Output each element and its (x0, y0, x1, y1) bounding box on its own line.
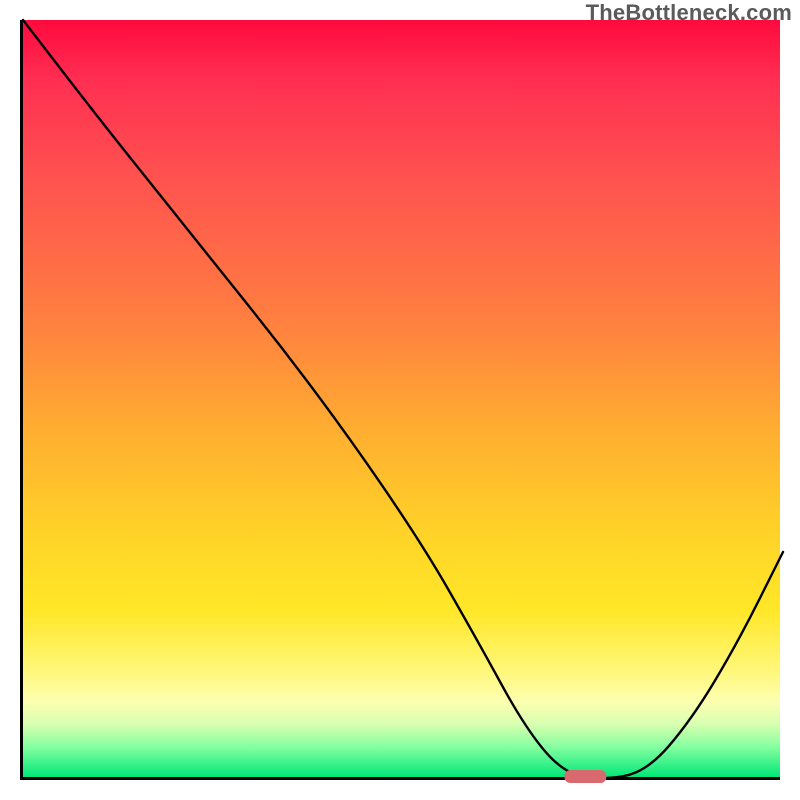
bottleneck-curve (23, 20, 783, 778)
optimal-marker (564, 770, 606, 783)
chart-frame: TheBottleneck.com (0, 0, 800, 800)
curve-overlay (23, 20, 783, 780)
plot-area (20, 20, 780, 780)
